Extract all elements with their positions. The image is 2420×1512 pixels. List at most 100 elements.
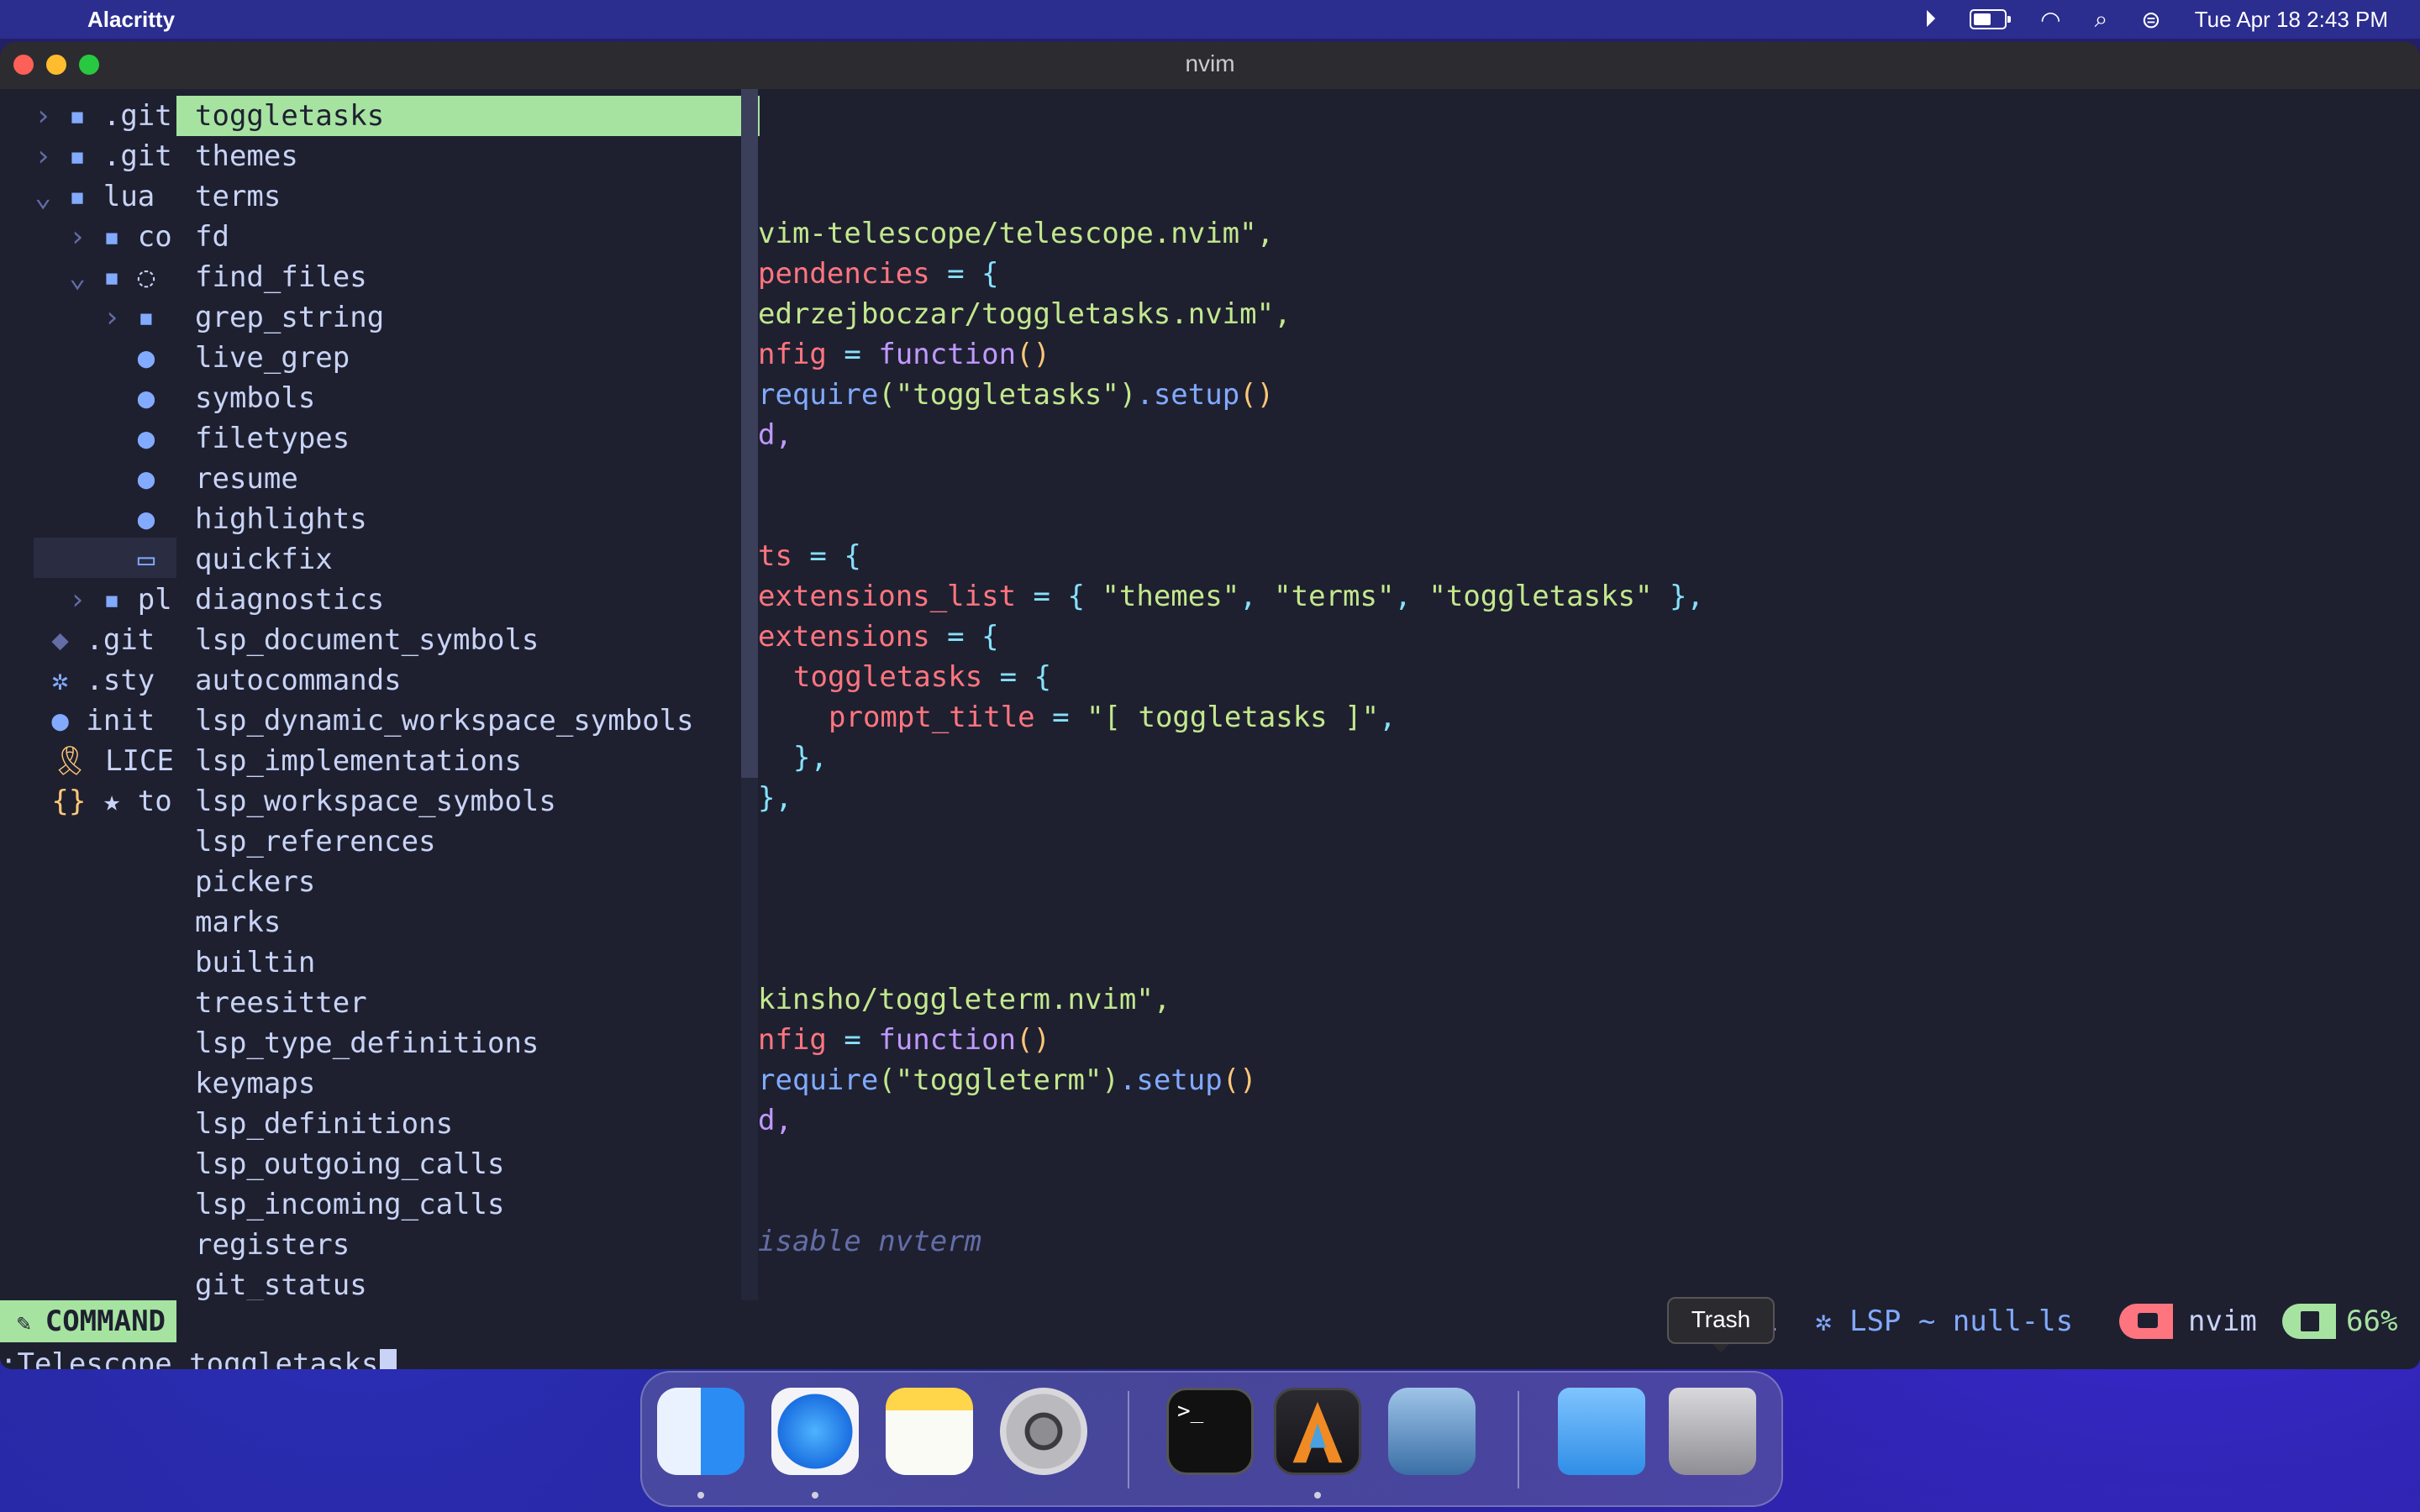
completion-item[interactable]: builtin	[176, 942, 760, 983]
code-line: d,	[758, 1104, 792, 1137]
tree-node[interactable]: ⌄ ▪ ◌	[0, 257, 176, 297]
tree-expander[interactable]: ›	[0, 583, 103, 617]
tree-node[interactable]: ◆ .git	[0, 620, 176, 660]
battery-icon[interactable]	[1970, 9, 2012, 29]
completion-item[interactable]: fd	[176, 217, 760, 257]
tree-expander[interactable]: ⌄	[0, 180, 69, 213]
completion-item[interactable]: symbols	[176, 378, 760, 418]
tree-expander[interactable]	[0, 341, 138, 375]
tree-node[interactable]: › ▪ .git	[0, 96, 176, 136]
completion-item[interactable]: treesitter	[176, 983, 760, 1023]
tree-expander[interactable]	[0, 704, 51, 738]
menu-bar: Alacritty ⏵ ◠ ⌕ ⊜ Tue Apr 18 2:43 PM	[0, 0, 2420, 39]
tree-node-label: ◌	[137, 260, 155, 294]
completion-item[interactable]: resume	[176, 459, 760, 499]
tree-node[interactable]: › ▪ .git	[0, 136, 176, 176]
completion-item[interactable]: grep_string	[176, 297, 760, 338]
tree-expander[interactable]	[0, 744, 51, 778]
completion-item[interactable]: diagnostics	[176, 580, 760, 620]
completion-item[interactable]: quickfix	[176, 539, 760, 580]
completion-item[interactable]: lsp_dynamic_workspace_symbols	[176, 701, 760, 741]
tree-expander[interactable]: ›	[0, 220, 103, 254]
completion-item[interactable]: lsp_workspace_symbols	[176, 781, 760, 822]
tree-node[interactable]: › ▪ co	[0, 217, 176, 257]
tree-node[interactable]: ●	[0, 499, 176, 539]
tree-expander[interactable]	[0, 381, 138, 415]
tree-node[interactable]: › ▪	[0, 297, 176, 338]
completion-item[interactable]: registers	[176, 1225, 760, 1265]
wildmenu-completion-popup[interactable]: toggletasks themes terms fd find_files grep_s…	[176, 89, 760, 1342]
tree-node[interactable]: {} ★ to	[0, 781, 176, 822]
file-type-icon: ✲	[51, 664, 69, 697]
completion-item[interactable]: lsp_type_definitions	[176, 1023, 760, 1063]
terminal-area[interactable]: › ▪ .git › ▪ .git ⌄ ▪ lua › ▪ co ⌄ ▪ ◌ ›…	[0, 89, 2420, 1369]
tree-node[interactable]: ⌄ ▪ lua	[0, 176, 176, 217]
file-type-icon: ▪	[137, 301, 155, 334]
code-line: isable nvterm	[758, 1225, 982, 1258]
safari-icon[interactable]	[771, 1388, 859, 1475]
completion-item[interactable]: live_grep	[176, 338, 760, 378]
completion-item[interactable]: pickers	[176, 862, 760, 902]
control-center-icon[interactable]: ⊜	[2141, 6, 2160, 34]
tree-expander[interactable]: ⌄	[0, 260, 103, 294]
tree-node[interactable]: ●	[0, 338, 176, 378]
completion-item[interactable]: lsp_outgoing_calls	[176, 1144, 760, 1184]
tree-expander[interactable]	[0, 422, 138, 455]
tree-expander[interactable]	[0, 502, 138, 536]
tree-node-label: .git	[86, 623, 155, 657]
active-app-name[interactable]: Alacritty	[87, 7, 175, 33]
completion-item[interactable]: lsp_document_symbols	[176, 620, 760, 660]
spotlight-search-icon[interactable]: ⌕	[2095, 6, 2108, 34]
completion-item[interactable]: filetypes	[176, 418, 760, 459]
code-line: nfig = function()	[758, 1023, 1051, 1057]
wifi-icon[interactable]: ◠	[2040, 6, 2060, 34]
tree-expander[interactable]	[0, 623, 51, 657]
tree-node[interactable]: ▭	[0, 539, 176, 580]
tree-expander[interactable]	[0, 462, 138, 496]
completion-item[interactable]: lsp_definitions	[176, 1104, 760, 1144]
tree-node[interactable]: ✲ .sty	[0, 660, 176, 701]
completion-item[interactable]: find_files	[176, 257, 760, 297]
completion-item[interactable]: terms	[176, 176, 760, 217]
tree-expander[interactable]	[0, 785, 51, 818]
tree-expander[interactable]: ›	[0, 301, 138, 334]
notes-icon[interactable]	[886, 1388, 973, 1475]
command-line[interactable]: :Telescope toggletasks	[0, 1344, 397, 1369]
tree-expander[interactable]	[0, 543, 138, 576]
completion-item[interactable]: lsp_implementations	[176, 741, 760, 781]
system-settings-icon[interactable]	[1000, 1388, 1087, 1475]
tree-node[interactable]: ● init	[0, 701, 176, 741]
code-line: toggletasks = {	[793, 660, 1052, 694]
finder-icon[interactable]	[657, 1388, 744, 1475]
tree-expander[interactable]: ›	[0, 139, 69, 173]
terminal-icon[interactable]: >_	[1166, 1388, 1254, 1475]
code-line: require("toggletasks").setup()	[758, 378, 1275, 412]
code-line: },	[793, 741, 828, 774]
completion-item[interactable]: lsp_incoming_calls	[176, 1184, 760, 1225]
tree-node[interactable]: ●	[0, 459, 176, 499]
tree-expander[interactable]	[0, 664, 51, 697]
downloads-folder-icon[interactable]	[1558, 1388, 1645, 1475]
completion-item[interactable]: autocommands	[176, 660, 760, 701]
completion-scrollbar-track[interactable]	[741, 778, 758, 1342]
tree-node[interactable]: ●	[0, 418, 176, 459]
preview-icon[interactable]	[1388, 1388, 1476, 1475]
completion-item[interactable]: lsp_references	[176, 822, 760, 862]
alacritty-icon[interactable]	[1274, 1388, 1361, 1475]
completion-item[interactable]: marks	[176, 902, 760, 942]
completion-item[interactable]: highlights	[176, 499, 760, 539]
trash-icon[interactable]	[1669, 1388, 1756, 1475]
tree-node[interactable]: ●	[0, 378, 176, 418]
completion-item[interactable]: git_status	[176, 1265, 760, 1305]
menubar-clock[interactable]: Tue Apr 18 2:43 PM	[2195, 7, 2388, 33]
completion-item[interactable]: themes	[176, 136, 760, 176]
completion-scrollbar-thumb[interactable]	[741, 89, 758, 778]
completion-item-selected[interactable]: toggletasks	[176, 96, 760, 136]
tree-node-label: co	[137, 220, 172, 254]
running-indicator	[697, 1492, 704, 1499]
tree-expander[interactable]: ›	[0, 99, 69, 133]
tree-node[interactable]: › ▪ pl	[0, 580, 176, 620]
now-playing-icon[interactable]: ⏵	[1924, 6, 1936, 34]
tree-node[interactable]: 🎗 LICE	[0, 741, 176, 781]
completion-item[interactable]: keymaps	[176, 1063, 760, 1104]
